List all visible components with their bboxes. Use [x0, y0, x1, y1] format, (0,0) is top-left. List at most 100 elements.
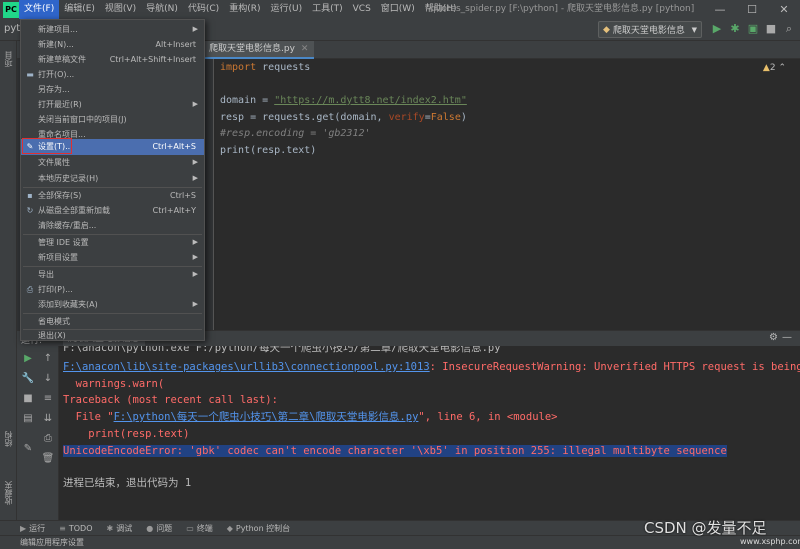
wrench-icon[interactable]: 🔧 — [21, 372, 35, 386]
menu-refactor[interactable]: 重构(R) — [224, 0, 265, 19]
debug-icon[interactable]: ✱ — [728, 22, 742, 36]
maximize-button[interactable]: ☐ — [736, 0, 768, 19]
python-icon: ◆ — [603, 24, 610, 35]
code-text: domain = — [220, 95, 275, 106]
trash-icon[interactable]: 🗑 — [41, 452, 55, 466]
menu-save-as[interactable]: 另存为... — [21, 82, 204, 97]
menu-view[interactable]: 视图(V) — [100, 0, 141, 19]
menu-item-label: 管理 IDE 设置 — [38, 238, 89, 247]
menu-code[interactable]: 代码(C) — [183, 0, 224, 19]
wrench-icon: ✎ — [26, 142, 34, 151]
console-error-highlight: UnicodeEncodeError: 'gbk' codec can't en… — [63, 445, 727, 457]
problems-icon: ● — [146, 523, 154, 533]
minimize-button[interactable]: — — [704, 0, 736, 19]
menu-open-recent[interactable]: 打开最近(R) ▶ — [21, 97, 204, 112]
console-line: File "F:\python\每天一个爬虫小技巧\第二章\爬取天堂电影信息.p… — [63, 409, 558, 425]
menu-edit[interactable]: 编辑(E) — [59, 0, 100, 19]
menu-new-project[interactable]: 新建项目... ▶ — [21, 22, 204, 37]
title-bar: PC 文件(F) 编辑(E) 视图(V) 导航(N) 代码(C) 重构(R) 运… — [0, 0, 800, 19]
menu-file-properties[interactable]: 文件属性 ▶ — [21, 155, 204, 170]
scroll-to-end-icon[interactable]: ⇊ — [41, 412, 55, 426]
layout-icon[interactable]: ▤ — [21, 412, 35, 426]
code-line-1: import requests — [220, 59, 310, 76]
menu-vcs[interactable]: VCS — [348, 0, 376, 19]
menu-tools[interactable]: 工具(T) — [307, 0, 348, 19]
menu-shortcut: Ctrl+Alt+Shift+Insert — [109, 55, 196, 64]
arrow-up-icon[interactable]: ↑ — [41, 352, 55, 366]
console-line: warnings.warn( — [63, 378, 165, 390]
code-string: "https://m.dytt8.net/index2.htm" — [274, 95, 467, 106]
arrow-down-icon[interactable]: ↓ — [41, 372, 55, 386]
menu-power-save[interactable]: 省电模式 — [21, 314, 204, 329]
inspection-widget[interactable]: ▲2 ⌃ — [763, 63, 786, 73]
print-icon[interactable]: ⎙ — [41, 432, 55, 446]
menu-exit[interactable]: 退出(X) — [21, 328, 204, 343]
chevron-right-icon: ▶ — [192, 270, 198, 278]
menu-item-label: 打开(O)... — [38, 70, 75, 79]
search-icon[interactable]: ⌕ — [782, 22, 796, 36]
console-line: print(resp.text) — [63, 428, 190, 440]
menu-file[interactable]: 文件(F) — [19, 0, 60, 19]
menu-item-label: 文件属性 — [38, 158, 70, 167]
menu-local-history[interactable]: 本地历史记录(H) ▶ — [21, 171, 204, 186]
menu-new-project-settings[interactable]: 新项目设置 ▶ — [21, 250, 204, 265]
structure-side-tab[interactable]: 结构 — [3, 431, 14, 447]
menu-navigate[interactable]: 导航(N) — [141, 0, 183, 19]
console-error-text: File " — [63, 411, 114, 423]
menu-add-to-favorites[interactable]: 添加到收藏夹(A) ▶ — [21, 297, 204, 312]
console-link[interactable]: F:\python\每天一个爬虫小技巧\第二章\爬取天堂电影信息.py — [114, 411, 419, 423]
console-output[interactable]: F:\anacon\python.exe F:/python/每天一个爬虫小技巧… — [59, 346, 800, 520]
menu-new[interactable]: 新建(N)... Alt+Insert — [21, 37, 204, 52]
run-configuration-select[interactable]: ◆ 爬取天堂电影信息 ▼ — [598, 21, 702, 38]
tool-tab-todo[interactable]: ≡ TODO — [59, 524, 92, 533]
tool-tab-terminal[interactable]: ▭ 终端 — [186, 523, 213, 534]
console-link[interactable]: F:\anacon\lib\site-packages\urllib3\conn… — [63, 361, 430, 373]
run-icon[interactable]: ▶ — [710, 22, 724, 36]
menu-item-label: 设置(T)... — [38, 142, 73, 151]
watermark-url: www.xsphp.com — [740, 537, 800, 546]
run-icon: ▶ — [20, 523, 27, 533]
coverage-icon[interactable]: ▣ — [746, 22, 760, 36]
menu-item-label: 新项目设置 — [38, 253, 78, 262]
menu-item-label: 新建项目... — [38, 25, 78, 34]
menu-run[interactable]: 运行(U) — [265, 0, 307, 19]
rerun-icon[interactable]: ▶ — [21, 352, 35, 366]
menu-export[interactable]: 导出 ▶ — [21, 267, 204, 282]
menu-reload-all[interactable]: ↻ 从磁盘全部重新加载 Ctrl+Alt+Y — [21, 203, 204, 218]
close-window-button[interactable]: ✕ — [768, 0, 800, 19]
minimize-panel-icon[interactable]: — — [782, 332, 792, 343]
save-icon: ▪ — [27, 191, 33, 200]
menu-settings[interactable]: ✎ 设置(T)... Ctrl+Alt+S — [21, 139, 204, 155]
run-toolbar: ▶ ↑ 🔧 ↓ ■ ≡ ▤ ⇊ ⎙ ✎ 🗑 — [17, 346, 59, 520]
menu-close-project[interactable]: 关闭当前窗口中的项目(J) — [21, 112, 204, 127]
editor-tab-active[interactable]: 爬取天堂电影信息.py ✕ — [203, 41, 315, 59]
close-icon[interactable]: ✕ — [301, 44, 309, 54]
menu-manage-ide-settings[interactable]: 管理 IDE 设置 ▶ — [21, 235, 204, 250]
tool-tab-debug[interactable]: ✱ 调试 — [107, 523, 133, 534]
menu-item-label: 新建(N)... — [38, 40, 74, 49]
menu-shortcut: Ctrl+Alt+S — [152, 142, 196, 151]
menu-new-scratch[interactable]: 新建草稿文件 Ctrl+Alt+Shift+Insert — [21, 52, 204, 67]
tool-tab-problems[interactable]: ● 问题 — [146, 523, 172, 534]
menu-save-all[interactable]: ▪ 全部保存(S) Ctrl+S — [21, 188, 204, 203]
pin-icon[interactable]: ✎ — [21, 442, 35, 456]
soft-wrap-icon[interactable]: ≡ — [41, 392, 55, 406]
menu-print[interactable]: ⎙ 打印(P)... — [21, 282, 204, 297]
left-tool-strip: 项目 结构 收藏夹 — [0, 41, 17, 520]
code-line-4: resp = requests.get(domain, verify=False… — [220, 109, 467, 126]
stop-icon[interactable]: ■ — [764, 22, 778, 36]
project-side-tab[interactable]: 项目 — [3, 51, 14, 67]
tool-tab-run[interactable]: ▶ 运行 — [20, 523, 45, 534]
console-line: Traceback (most recent call last): — [63, 394, 278, 406]
gear-icon[interactable]: ⚙ — [769, 332, 778, 343]
menu-window[interactable]: 窗口(W) — [376, 0, 420, 19]
menu-open[interactable]: ▬ 打开(O)... — [21, 67, 204, 82]
terminal-icon: ▭ — [186, 523, 194, 533]
tool-tab-python-console[interactable]: ◆ Python 控制台 — [227, 523, 290, 534]
stop-icon[interactable]: ■ — [21, 392, 35, 406]
console-error-text: : InsecureRequestWarning: Unverified HTT… — [429, 361, 800, 373]
favorites-side-tab[interactable]: 收藏夹 — [3, 481, 14, 505]
code-editor[interactable]: ▲2 ⌃ import requests domain = "https://m… — [216, 59, 800, 330]
menu-invalidate-caches[interactable]: 清除缓存/重启... — [21, 218, 204, 233]
code-text: resp = requests.get(domain, — [220, 112, 389, 123]
